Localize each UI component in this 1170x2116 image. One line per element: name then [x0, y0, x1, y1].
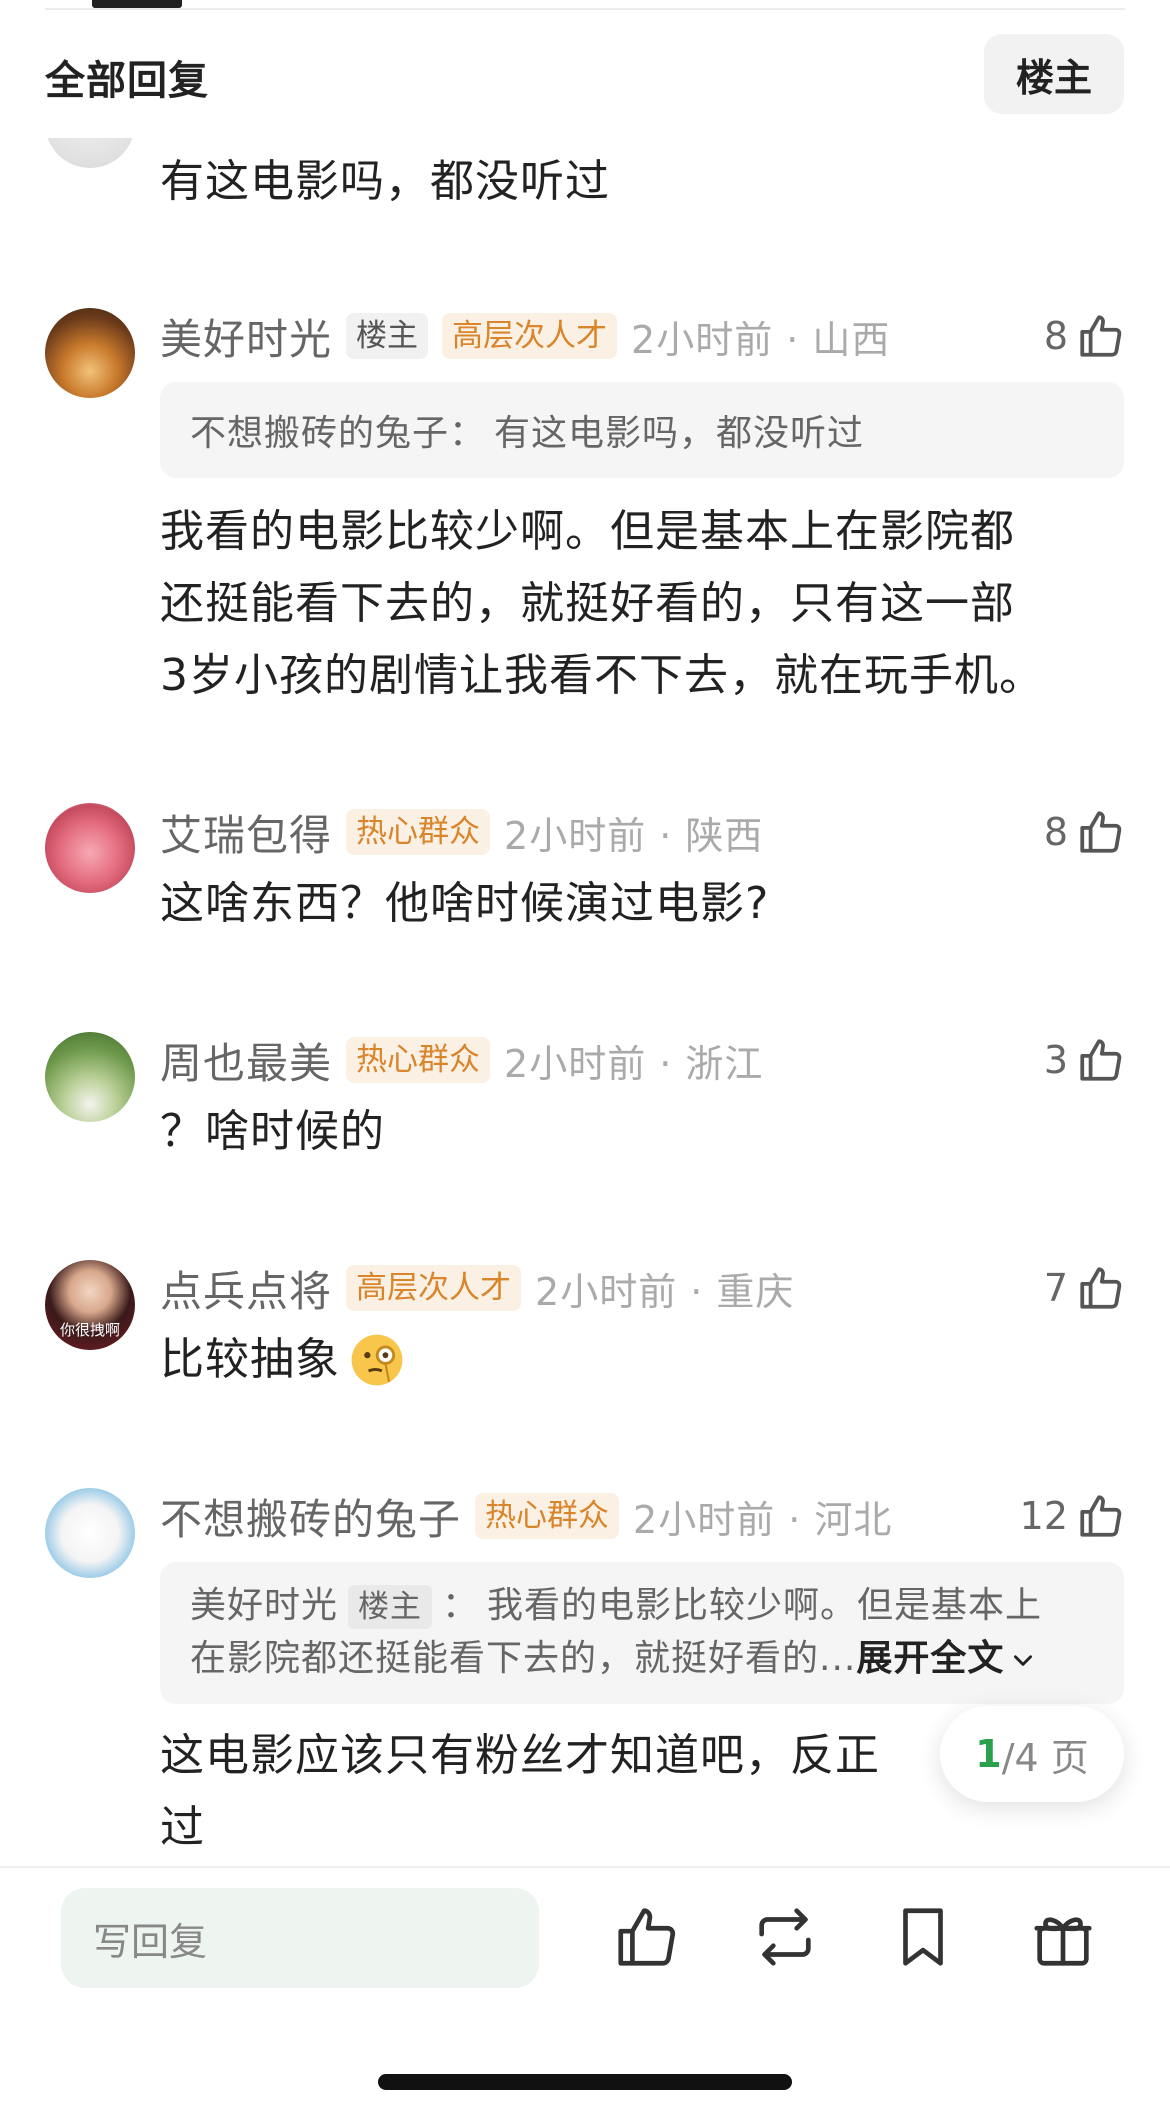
username[interactable]: 艾瑞包得: [160, 802, 332, 863]
comment-text: ？啥时候的: [160, 1106, 385, 1157]
timestamp-location: 2小时前 · 陕西: [504, 813, 764, 858]
op-only-filter-button[interactable]: 楼主: [984, 34, 1124, 114]
quote-user: 美好时光: [190, 1585, 339, 1626]
username[interactable]: 点兵点将: [160, 1258, 332, 1319]
comment-text: 我看的电影比较少啊。但是基本上在影院都 还挺能看下去的，就挺好看的，只有这一部 …: [160, 496, 1044, 712]
like-count: 3: [1043, 1038, 1068, 1082]
avatar[interactable]: [45, 1032, 135, 1122]
comment-meta: 艾瑞包得 热心群众 2小时前 · 陕西: [160, 802, 763, 862]
username[interactable]: 周也最美: [160, 1030, 332, 1091]
like-button[interactable]: 12: [1020, 1486, 1126, 1546]
level-badge: 热心群众: [346, 1037, 491, 1083]
thumbs-up-icon: [1080, 1267, 1122, 1309]
avatar-caption: 你很拽啊: [59, 1321, 120, 1339]
like-button[interactable]: 7: [1044, 1258, 1126, 1318]
top-divider: [45, 0, 1125, 10]
thumbs-up-icon: [1080, 1495, 1122, 1537]
like-count: 8: [1043, 314, 1068, 358]
expand-full-text-link[interactable]: 展开全文: [856, 1638, 1004, 1679]
comment-text-content: 比较抽象: [160, 1334, 340, 1385]
page-indicator[interactable]: 1/4 页: [940, 1706, 1124, 1802]
quote-text: 我看的电影比较少啊。但是基本上: [487, 1585, 1043, 1626]
comment-text: 有这电影吗，都没听过: [160, 156, 610, 207]
comment-text: 比较抽象: [160, 1324, 406, 1396]
gift-icon[interactable]: [1028, 1902, 1098, 1972]
comment-meta: 美好时光 楼主 高层次人才 2小时前 · 山西: [160, 306, 890, 366]
username[interactable]: 美好时光: [160, 306, 332, 367]
thumbs-up-icon: [1080, 1039, 1122, 1081]
like-button[interactable]: 8: [1044, 306, 1126, 366]
comment-text: 这电影应该只有粉丝才知道吧，反正 过: [160, 1720, 880, 1864]
comment-line: 还挺能看下去的，就挺好看的，只有这一部: [160, 578, 1015, 629]
repost-icon[interactable]: [750, 1902, 820, 1972]
comment-text: 这啥东西？他啥时候演过电影?: [160, 878, 770, 929]
comment-meta: 点兵点将 高层次人才 2小时前 · 重庆: [160, 1258, 794, 1318]
timestamp-location: 2小时前 · 山西: [631, 317, 891, 362]
timestamp-location: 2小时前 · 浙江: [504, 1041, 764, 1086]
avatar[interactable]: [45, 803, 135, 893]
quote-text: 在影院都还挺能看下去的，就挺好看的...: [190, 1638, 857, 1679]
level-badge: 高层次人才: [346, 1265, 522, 1311]
chevron-down-icon[interactable]: [1010, 1647, 1036, 1673]
like-icon[interactable]: [612, 1902, 682, 1972]
op-badge: 楼主: [346, 313, 429, 359]
monocle-face-emoji-icon: [351, 1334, 403, 1386]
quote-text: 有这电影吗，都没听过: [494, 413, 865, 454]
like-count: 12: [1019, 1494, 1068, 1538]
quote-line: 美好时光 楼主：我看的电影比较少啊。但是基本上: [190, 1580, 1094, 1633]
like-button[interactable]: 3: [1044, 1030, 1126, 1090]
timestamp-location: 2小时前 · 重庆: [535, 1269, 795, 1314]
comment-line: 3岁小孩的剧情让我看不下去，就在玩手机。: [160, 650, 1044, 701]
like-count: 7: [1043, 1266, 1068, 1310]
comment-meta: 周也最美 热心群众 2小时前 · 浙江: [160, 1030, 763, 1090]
current-page: 1: [975, 1732, 1002, 1776]
all-replies-title: 全部回复: [45, 58, 209, 104]
avatar[interactable]: [45, 308, 135, 398]
like-button[interactable]: 8: [1044, 802, 1126, 862]
bookmark-icon[interactable]: [888, 1902, 958, 1972]
username[interactable]: 不想搬砖的兔子: [160, 1486, 461, 1547]
comment-line: 这电影应该只有粉丝才知道吧，反正: [160, 1730, 880, 1781]
level-badge: 高层次人才: [442, 313, 618, 359]
quoted-reply[interactable]: 不想搬砖的兔子：有这电影吗，都没听过: [160, 382, 1124, 478]
thumbs-up-icon: [1080, 315, 1122, 357]
thumbs-up-icon: [1080, 811, 1122, 853]
quote-user: 不想搬砖的兔子: [190, 413, 450, 454]
timestamp-location: 2小时前 · 河北: [633, 1497, 893, 1542]
level-badge: 热心群众: [346, 809, 491, 855]
home-indicator: [378, 2074, 792, 2090]
comment-line: 我看的电影比较少啊。但是基本上在影院都: [160, 506, 1015, 557]
quote-line: 在影院都还挺能看下去的，就挺好看的...展开全文: [190, 1633, 1094, 1685]
avatar[interactable]: [45, 1488, 135, 1578]
like-count: 8: [1043, 810, 1068, 854]
tab-indicator: [92, 0, 182, 8]
quote-separator: ：: [442, 1585, 480, 1626]
op-badge: 楼主: [348, 1585, 433, 1629]
avatar[interactable]: 你很拽啊: [45, 1260, 135, 1350]
level-badge: 热心群众: [475, 1493, 620, 1539]
total-pages: /4 页: [1001, 1735, 1089, 1780]
quote-separator: ：: [449, 413, 487, 454]
comment-line: 过: [160, 1802, 205, 1853]
reply-input[interactable]: 写回复: [61, 1888, 539, 1988]
comment-meta: 不想搬砖的兔子 热心群众 2小时前 · 河北: [160, 1486, 892, 1546]
quoted-reply[interactable]: 美好时光 楼主：我看的电影比较少啊。但是基本上 在影院都还挺能看下去的，就挺好看的…: [160, 1562, 1124, 1704]
